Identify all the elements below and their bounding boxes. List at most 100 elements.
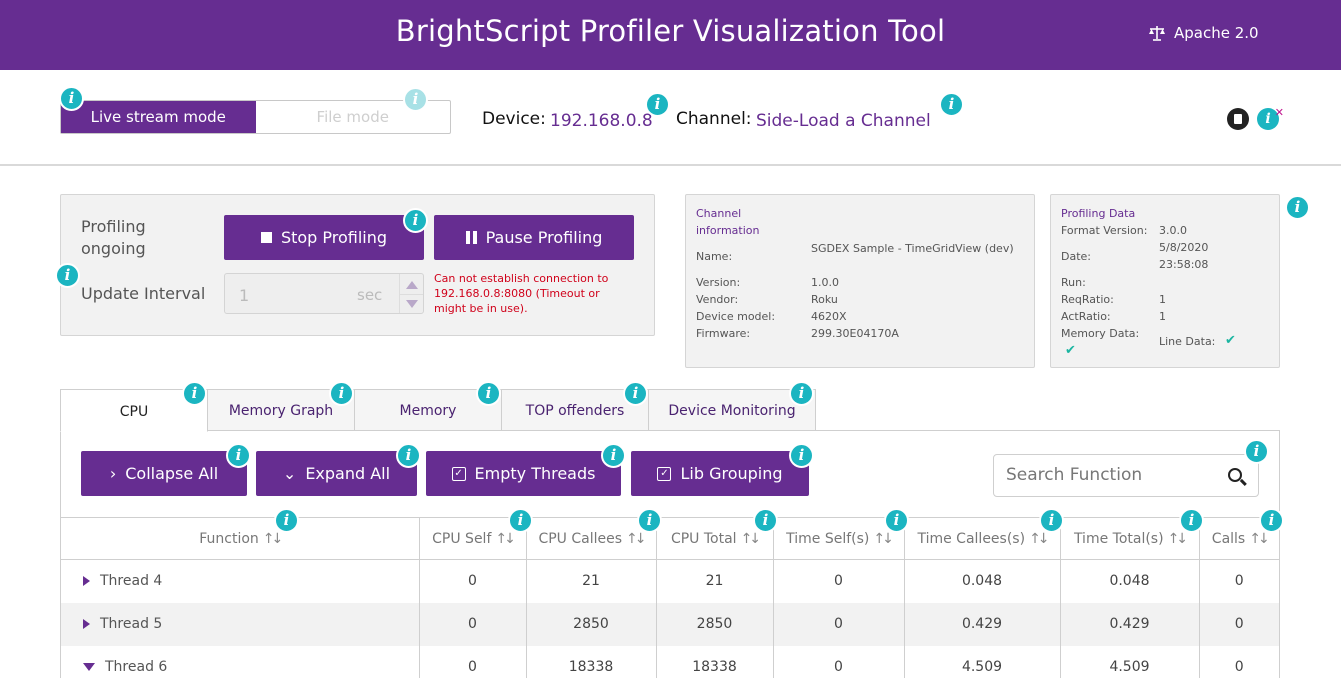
- empty-threads-label: Empty Threads: [474, 464, 596, 483]
- sort-icon: ↑↓: [626, 530, 647, 547]
- profiling-data-info-icon[interactable]: i: [1285, 195, 1310, 220]
- cpu-self-cell: 0: [419, 645, 527, 678]
- stop-profiling-info-icon[interactable]: i: [403, 208, 428, 233]
- cpu-callees-cell: 18338: [526, 645, 657, 678]
- cpu-table: Function ↑↓ CPU Self ↑↓ CPU Callees ↑↓ CPU …: [61, 517, 1279, 678]
- empty-threads-checkbox-icon: ✓: [451, 466, 466, 481]
- function-column-info-icon[interactable]: i: [274, 508, 299, 533]
- live-mode-info-icon[interactable]: i: [59, 86, 84, 111]
- channel-info-icon[interactable]: i: [939, 92, 964, 117]
- collapse-all-label: Collapse All: [125, 464, 219, 483]
- update-interval-stepper[interactable]: 1 sec: [224, 273, 424, 314]
- profiling-status: Profiling ongoing: [81, 217, 146, 258]
- function-cell[interactable]: Thread 6: [61, 645, 420, 678]
- sort-icon: ↑↓: [1167, 530, 1189, 547]
- expand-caret-icon[interactable]: [83, 576, 90, 587]
- table-header-row: Function ↑↓ CPU Self ↑↓ CPU Callees ↑↓ CPU …: [61, 517, 1279, 560]
- channel-vendor-value: Roku: [811, 293, 838, 306]
- live-stream-mode-button[interactable]: Live stream mode: [61, 101, 256, 133]
- column-header-time-total[interactable]: Time Total(s) ↑↓: [1060, 517, 1200, 560]
- search-info-icon[interactable]: i: [1244, 439, 1269, 464]
- update-interval-label: Update Interval: [81, 284, 206, 303]
- calls-column-info-icon[interactable]: i: [1259, 508, 1284, 533]
- calls-cell: 0: [1199, 602, 1279, 646]
- table-row[interactable]: Thread 6 0 18338 18338 0 4.509 4.509 0: [61, 645, 1279, 678]
- file-mode-info-icon[interactable]: i: [403, 87, 428, 112]
- req-ratio-label: ReqRatio:: [1061, 293, 1114, 306]
- device-info-icon[interactable]: i: [645, 92, 670, 117]
- collapse-all-button[interactable]: › Collapse All: [81, 451, 247, 496]
- channel-link[interactable]: Side-Load a Channel: [756, 111, 931, 131]
- table-row[interactable]: Thread 4 0 21 21 0 0.048 0.048 0: [61, 559, 1279, 603]
- search-function-input[interactable]: [1006, 465, 1216, 485]
- tab-memory-info-icon[interactable]: i: [476, 381, 501, 406]
- time-self-cell: 0: [773, 559, 905, 603]
- expand-caret-icon[interactable]: [83, 619, 90, 629]
- channel-label: Channel:: [676, 109, 752, 129]
- tab-device-monitoring-info-icon[interactable]: i: [789, 381, 814, 406]
- sort-icon: ↑↓: [740, 530, 762, 547]
- collapse-caret-icon[interactable]: [83, 663, 95, 671]
- function-cell[interactable]: Thread 5: [61, 602, 420, 646]
- function-cell[interactable]: Thread 4: [61, 559, 420, 603]
- cpu-total-cell: 18338: [656, 645, 774, 678]
- time-callees-cell: 0.429: [904, 602, 1061, 646]
- column-header-function[interactable]: Function ↑↓: [61, 517, 420, 560]
- lib-grouping-toggle[interactable]: ✓ Lib Grouping: [631, 451, 809, 496]
- firmware-value: 299.30E04170A: [811, 327, 899, 340]
- device-label: Device:: [482, 109, 546, 129]
- tab-memory-graph-info-icon[interactable]: i: [329, 381, 354, 406]
- info-toggle-icon[interactable]: i ✕: [1257, 106, 1284, 130]
- stop-profiling-label: Stop Profiling: [280, 228, 388, 247]
- empty-threads-info-icon[interactable]: i: [601, 443, 626, 468]
- expand-all-button[interactable]: ⌄ Expand All: [256, 451, 417, 496]
- update-interval-info-icon[interactable]: i: [55, 263, 80, 288]
- cpu-total-cell: 21: [656, 559, 774, 603]
- copy-icon[interactable]: [1227, 108, 1249, 130]
- sort-icon: ↑↓: [495, 530, 516, 547]
- run-label: Run:: [1061, 276, 1086, 289]
- cpu-self-column-info-icon[interactable]: i: [508, 508, 533, 533]
- mode-toggle: Live stream mode File mode: [60, 100, 451, 134]
- decrement-icon[interactable]: [406, 300, 418, 308]
- date-value: 5/8/2020 23:58:08: [1159, 241, 1209, 271]
- device-address[interactable]: 192.168.0.8: [550, 111, 653, 131]
- search-icon[interactable]: [1228, 468, 1242, 482]
- time-total-cell: 0.429: [1060, 602, 1200, 646]
- tab-top-offenders-info-icon[interactable]: i: [623, 381, 648, 406]
- expand-all-info-icon[interactable]: i: [396, 443, 421, 468]
- stop-profiling-button[interactable]: Stop Profiling: [224, 215, 424, 260]
- pause-profiling-button[interactable]: Pause Profiling: [434, 215, 634, 260]
- scale-icon: [1149, 26, 1165, 41]
- license-link[interactable]: Apache 2.0: [1148, 24, 1259, 42]
- search-box: [993, 454, 1259, 497]
- chevron-down-icon: ⌄: [282, 464, 297, 483]
- format-version-value: 3.0.0: [1159, 224, 1187, 237]
- channel-version-value: 1.0.0: [811, 276, 839, 289]
- time-callees-column-info-icon[interactable]: i: [1039, 508, 1064, 533]
- collapse-all-info-icon[interactable]: i: [226, 443, 251, 468]
- time-self-cell: 0: [773, 645, 905, 678]
- channel-name-value: SGDEX Sample - TimeGridView (dev): [811, 242, 1014, 255]
- act-ratio-value: 1: [1159, 310, 1166, 323]
- stop-icon: [260, 232, 272, 243]
- table-row[interactable]: Thread 5 0 2850 2850 0 0.429 0.429 0: [61, 602, 1279, 646]
- time-total-cell: 4.509: [1060, 645, 1200, 678]
- cpu-self-cell: 0: [419, 559, 527, 603]
- cpu-callees-cell: 21: [526, 559, 657, 603]
- tab-cpu-info-icon[interactable]: i: [182, 381, 207, 406]
- cpu-total-column-info-icon[interactable]: i: [753, 508, 778, 533]
- column-header-time-callees[interactable]: Time Callees(s) ↑↓: [904, 517, 1061, 560]
- empty-threads-toggle[interactable]: ✓ Empty Threads: [426, 451, 621, 496]
- time-total-column-info-icon[interactable]: i: [1179, 508, 1204, 533]
- lib-grouping-info-icon[interactable]: i: [789, 443, 814, 468]
- profiling-data-panel: Profiling Data Format Version: 3.0.0 Dat…: [1050, 194, 1280, 368]
- calls-cell: 0: [1234, 659, 1244, 675]
- cpu-callees-column-info-icon[interactable]: i: [637, 508, 662, 533]
- increment-icon[interactable]: [406, 281, 418, 289]
- time-self-column-info-icon[interactable]: i: [884, 508, 909, 533]
- pause-profiling-label: Pause Profiling: [485, 228, 603, 247]
- memory-data-check-icon: ✔: [1065, 343, 1076, 358]
- sort-icon: ↑↓: [262, 530, 284, 547]
- time-callees-cell: 0.048: [904, 559, 1061, 603]
